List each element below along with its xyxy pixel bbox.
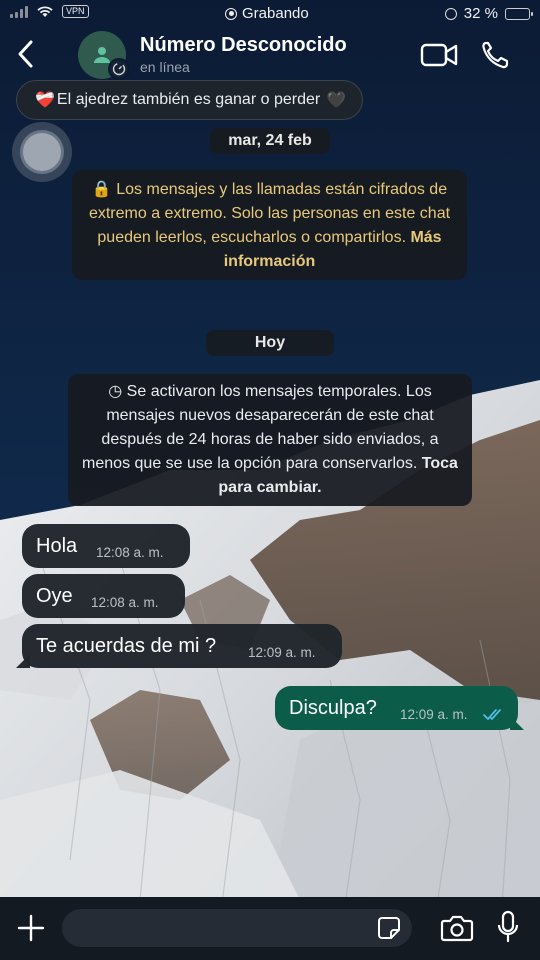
disappearing-notice-text: ◷ Se activaron los mensajes temporales. …	[82, 383, 439, 472]
sticker-icon[interactable]	[376, 915, 402, 941]
plus-attach-icon[interactable]	[16, 913, 46, 943]
read-receipt-double-check-icon	[483, 709, 501, 721]
note-text: El ajedrez también es ganar o perder	[56, 91, 321, 108]
back-chevron-icon[interactable]	[14, 38, 38, 70]
voice-call-icon[interactable]	[480, 40, 512, 70]
message-text: Hola	[36, 534, 78, 557]
wifi-icon	[37, 6, 53, 17]
message-composer	[0, 897, 540, 960]
camera-icon[interactable]	[440, 913, 474, 943]
battery-percent: 32 %	[463, 5, 498, 22]
status-bar: VPN Grabando 32 %	[0, 0, 540, 28]
signal-strength-icon	[10, 5, 28, 18]
disappearing-timer-badge	[108, 58, 130, 80]
message-bubble-incoming[interactable]: Oye 12:08 a. m.	[22, 574, 185, 618]
message-time: 12:09 a. m.	[400, 707, 468, 722]
rotation-lock-icon	[444, 7, 457, 20]
microphone-icon[interactable]	[496, 910, 520, 944]
contact-status: en línea	[140, 59, 190, 75]
encryption-notice[interactable]: 🔒 Los mensajes y las llamadas están cifr…	[72, 170, 467, 280]
message-text: Te acuerdas de mi ?	[36, 634, 217, 657]
contact-note-pill[interactable]: ❤️‍🩹 El ajedrez también es ganar o perde…	[16, 80, 364, 120]
encryption-notice-text: 🔒 Los mensajes y las llamadas están cifr…	[88, 181, 451, 246]
timer-icon	[112, 62, 126, 76]
assistive-touch-button[interactable]	[12, 122, 72, 182]
message-time: 12:08 a. m.	[96, 545, 164, 560]
message-bubble-incoming[interactable]: Te acuerdas de mi ? 12:09 a. m.	[16, 624, 342, 668]
recording-label: Grabando	[242, 5, 309, 22]
message-text: Oye	[36, 584, 73, 607]
screen-recording-indicator: Grabando	[225, 5, 309, 22]
message-time: 12:08 a. m.	[91, 595, 159, 610]
disappearing-messages-notice[interactable]: ◷ Se activaron los mensajes temporales. …	[68, 374, 472, 506]
battery-icon	[505, 7, 533, 20]
record-icon	[225, 7, 237, 20]
contact-name[interactable]: Número Desconocido	[140, 34, 347, 57]
chat-header: Número Desconocido en línea	[0, 28, 540, 84]
today-separator: Hoy	[206, 330, 334, 356]
message-text: Disculpa?	[289, 696, 377, 719]
message-bubble-incoming[interactable]: Hola 12:08 a. m.	[22, 524, 190, 568]
date-separator: mar, 24 feb	[210, 128, 330, 154]
message-input[interactable]	[62, 909, 412, 947]
vpn-badge: VPN	[62, 5, 89, 18]
mending-heart-emoji: ❤️‍🩹	[35, 92, 55, 109]
message-time: 12:09 a. m.	[248, 645, 316, 660]
message-bubble-outgoing[interactable]: Disculpa? 12:09 a. m.	[275, 686, 524, 730]
black-heart-emoji: 🖤	[326, 92, 347, 109]
video-call-icon[interactable]	[420, 42, 458, 68]
